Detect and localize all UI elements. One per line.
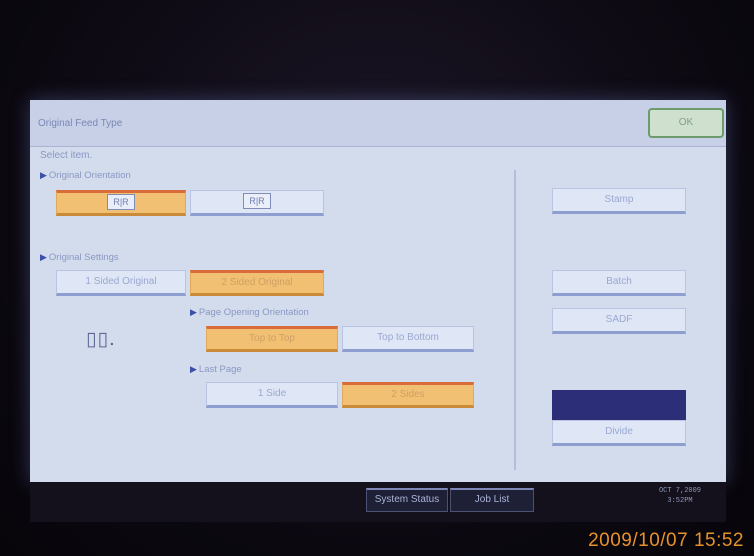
batch-button[interactable]: Batch bbox=[552, 270, 686, 296]
top-to-top-button[interactable]: Top to Top bbox=[206, 326, 338, 352]
section-arrow-icon: ▶ bbox=[190, 307, 197, 317]
select-item-prompt: Select item. bbox=[40, 150, 93, 161]
vertical-divider bbox=[514, 170, 516, 470]
photo-timestamp: 2009/10/07 15:52 bbox=[588, 530, 744, 551]
dialog-titlebar: Original Feed Type OK bbox=[30, 100, 726, 147]
last-page-label: ▶ Last Page bbox=[190, 364, 242, 375]
stamp-button[interactable]: Stamp bbox=[552, 188, 686, 214]
dialog-title: Original Feed Type bbox=[38, 118, 123, 129]
last-page-two-sides-button[interactable]: 2 Sides bbox=[342, 382, 474, 408]
original-settings-label: ▶ Original Settings bbox=[40, 252, 119, 263]
job-list-button[interactable]: Job List bbox=[450, 488, 534, 512]
system-status-button[interactable]: System Status bbox=[366, 488, 448, 512]
touch-panel-screen: Original Feed Type OK Select item. ▶ Orig… bbox=[30, 100, 726, 482]
orientation-unreadable-button[interactable]: R|R bbox=[190, 190, 324, 216]
ok-button[interactable]: OK bbox=[648, 108, 724, 138]
original-orientation-label: ▶ Original Orientation bbox=[40, 170, 131, 181]
duplex-document-icon: ▯▯. bbox=[86, 328, 116, 350]
unreadable-direction-icon: R|R bbox=[243, 193, 271, 209]
section-arrow-icon: ▶ bbox=[40, 170, 47, 180]
one-sided-original-button[interactable]: 1 Sided Original bbox=[56, 270, 186, 296]
orientation-readable-button[interactable]: R|R bbox=[56, 190, 186, 216]
clock-time: 3:52PM bbox=[667, 497, 693, 505]
clock-display: OCT 7,2009 3:52PM bbox=[648, 486, 712, 506]
sadf-button[interactable]: SADF bbox=[552, 308, 686, 334]
page-opening-orientation-label: ▶ Page Opening Orientation bbox=[190, 307, 309, 318]
readable-direction-icon: R|R bbox=[107, 194, 135, 210]
clock-date: OCT 7,2009 bbox=[658, 487, 701, 495]
top-to-bottom-button[interactable]: Top to Bottom bbox=[342, 326, 474, 352]
two-sided-original-button[interactable]: 2 Sided Original bbox=[190, 270, 324, 296]
divide-button[interactable]: Divide bbox=[552, 420, 686, 446]
navy-indicator-block bbox=[552, 390, 686, 420]
section-arrow-icon: ▶ bbox=[40, 252, 47, 262]
section-arrow-icon: ▶ bbox=[190, 364, 197, 374]
last-page-one-side-button[interactable]: 1 Side bbox=[206, 382, 338, 408]
status-bar: System Status Job List OCT 7,2009 3:52PM bbox=[30, 482, 726, 522]
